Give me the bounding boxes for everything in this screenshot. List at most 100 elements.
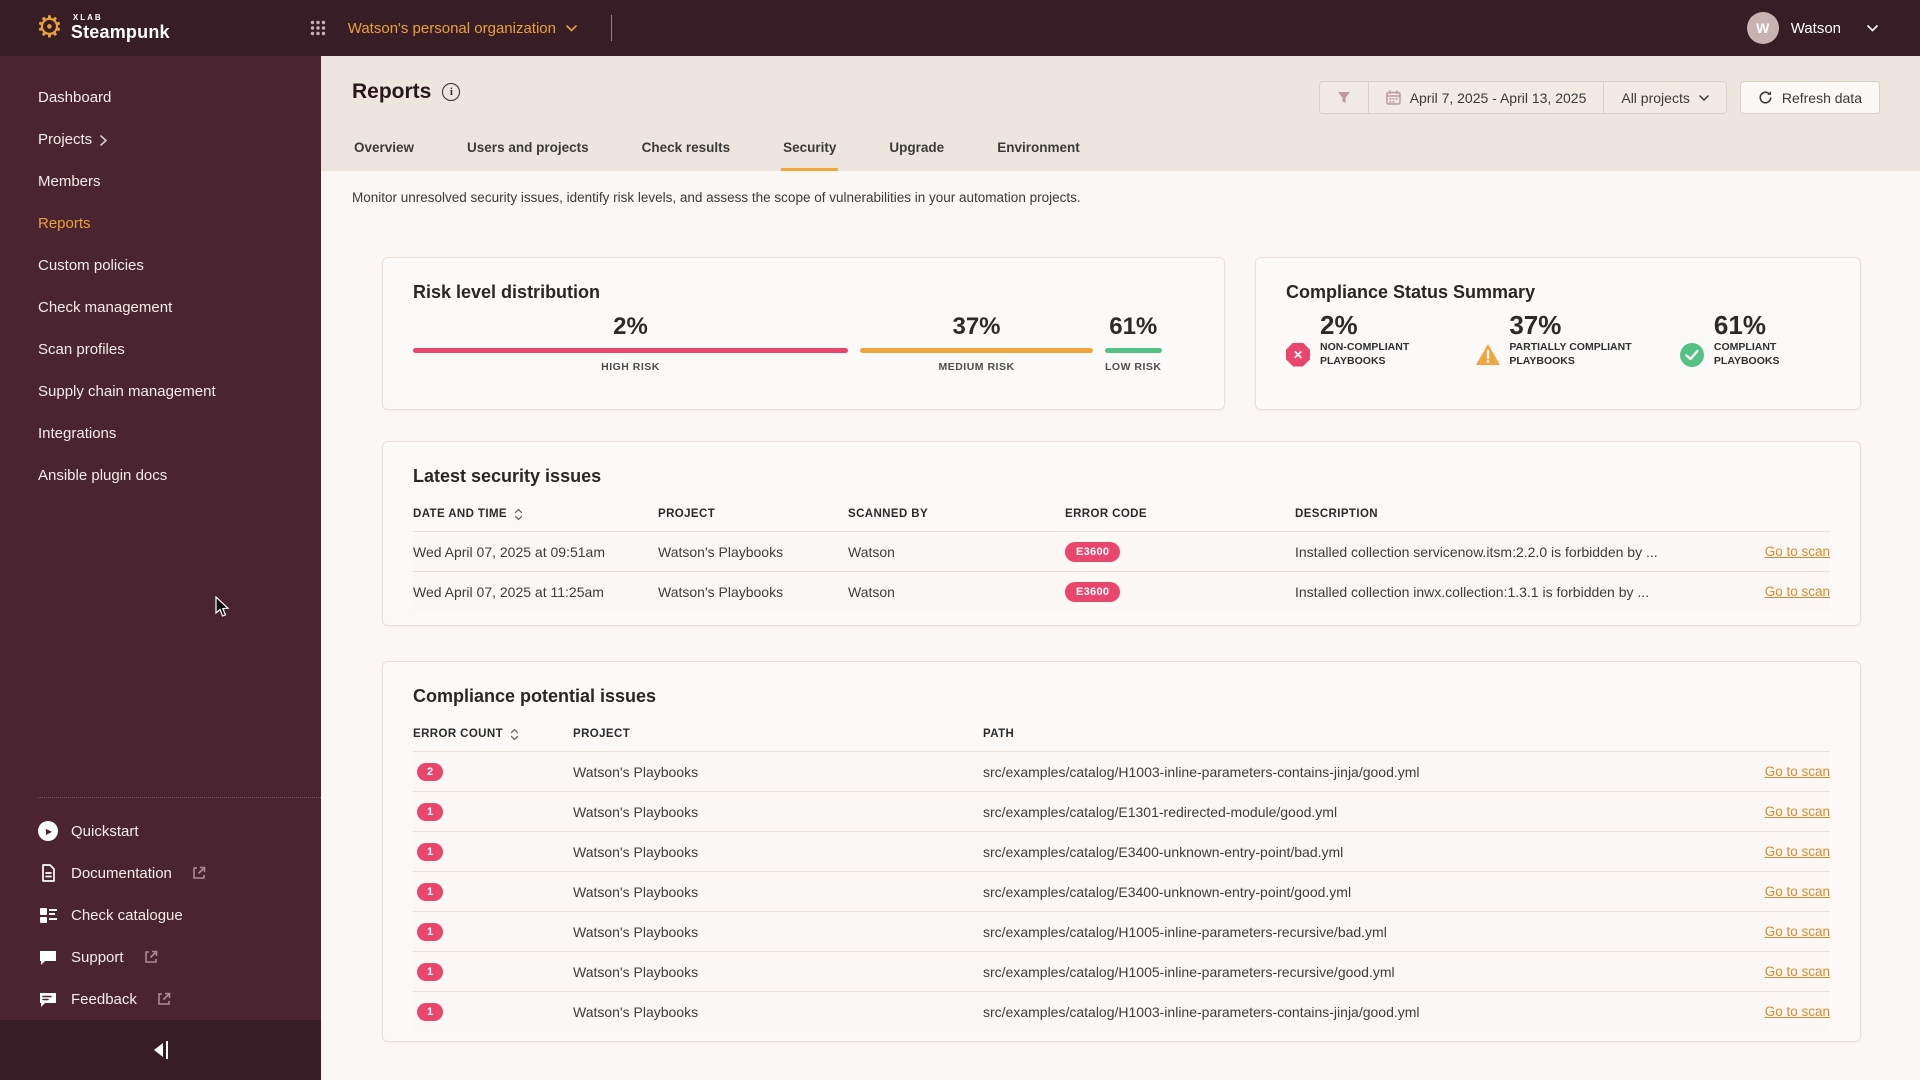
go-to-scan-link[interactable]: Go to scan	[1740, 964, 1830, 979]
cell-scanned-by: Watson	[848, 583, 895, 600]
sidebar-item[interactable]: Dashboard	[0, 77, 321, 119]
compliance-percent: 37%	[1509, 310, 1562, 340]
cell-path: src/examples/catalog/H1003-inline-parame…	[983, 1003, 1420, 1020]
sidebar-item[interactable]: Integrations	[0, 413, 321, 455]
column-project[interactable]: PROJECT	[658, 508, 848, 520]
info-icon[interactable]: i	[442, 83, 461, 101]
cell-project: Watson's Playbooks	[573, 763, 699, 780]
cell-path: src/examples/catalog/E1301-redirected-mo…	[983, 803, 1338, 820]
sidebar-item[interactable]: Supply chain management	[0, 371, 321, 413]
sidebar-item[interactable]: Members	[0, 161, 321, 203]
cell-project: Watson's Playbooks	[658, 543, 784, 560]
report-tab[interactable]: Users and projects	[465, 140, 591, 171]
brand-name: Steampunk	[70, 22, 170, 42]
chevron-down-icon	[1699, 94, 1709, 101]
cell-path: src/examples/catalog/E3400-unknown-entry…	[983, 843, 1344, 860]
error-count-badge: 1	[417, 962, 443, 981]
sidebar-item[interactable]: Reports	[0, 203, 321, 245]
quickstart-label: Quickstart	[71, 822, 139, 840]
sidebar-item[interactable]: Scan profiles	[0, 329, 321, 371]
error-code-badge: E3600	[1065, 581, 1121, 602]
error-code-badge: E3600	[1065, 541, 1121, 562]
column-date-and-time[interactable]: DATE AND TIME	[413, 508, 658, 521]
chat-bubble-icon	[38, 947, 58, 967]
go-to-scan-link[interactable]: Go to scan	[1740, 884, 1830, 899]
sidebar-item[interactable]: Projects	[0, 119, 321, 161]
latest-security-issues-card: Latest security issues DATE AND TIME PRO…	[382, 441, 1861, 626]
column-scanned-by[interactable]: SCANNED BY	[848, 508, 1065, 520]
support-label: Support	[71, 948, 124, 966]
app-logo[interactable]: ⚙ XLAB Steampunk	[36, 13, 170, 43]
cell-path: src/examples/catalog/E3400-unknown-entry…	[983, 883, 1352, 900]
topbar-divider	[611, 15, 612, 41]
tab-label: Overview	[354, 140, 415, 155]
cell-project: Watson's Playbooks	[573, 963, 699, 980]
sidebar-footer-divider	[38, 797, 321, 798]
column-project[interactable]: PROJECT	[573, 728, 983, 740]
cell-project: Watson's Playbooks	[573, 1003, 699, 1020]
report-tab[interactable]: Security	[781, 140, 839, 171]
report-tab[interactable]: Environment	[995, 140, 1082, 171]
sidebar-item-label: Scan profiles	[38, 341, 125, 358]
sidebar-item-documentation[interactable]: Documentation	[0, 852, 321, 894]
go-to-scan-link[interactable]: Go to scan	[1740, 1004, 1830, 1019]
cell-project: Watson's Playbooks	[573, 803, 699, 820]
column-error-code[interactable]: ERROR CODE	[1065, 508, 1295, 520]
documentation-label: Documentation	[71, 864, 172, 882]
collapse-arrow-icon	[153, 1043, 163, 1057]
sidebar-item-feedback[interactable]: Feedback	[0, 978, 321, 1020]
chevron-right-icon	[100, 134, 108, 146]
cell-path: src/examples/catalog/H1003-inline-parame…	[983, 763, 1420, 780]
tab-label: Users and projects	[467, 140, 589, 155]
cell-project: Watson's Playbooks	[658, 583, 784, 600]
report-tab[interactable]: Overview	[352, 140, 416, 171]
go-to-scan-link[interactable]: Go to scan	[1740, 584, 1830, 599]
compliance-table-row: 1 Watson's Playbooks src/examples/catalo…	[413, 831, 1830, 871]
date-range-picker[interactable]: April 7, 2025 - April 13, 2025	[1367, 82, 1604, 113]
external-link-icon	[144, 950, 158, 964]
sidebar-item-label: Reports	[38, 215, 91, 232]
report-tab[interactable]: Upgrade	[887, 140, 946, 171]
project-filter-dropdown[interactable]: All projects	[1603, 82, 1725, 113]
risk-bars: 2% HIGH RISK 37% MEDIUM RISK 61% LOW RIS…	[413, 313, 1194, 373]
go-to-scan-link[interactable]: Go to scan	[1740, 844, 1830, 859]
cell-scanned-by: Watson	[848, 543, 895, 560]
filter-funnel-button[interactable]	[1320, 82, 1368, 113]
column-path[interactable]: PATH	[983, 728, 1740, 740]
go-to-scan-link[interactable]: Go to scan	[1740, 764, 1830, 779]
sidebar-item[interactable]: Ansible plugin docs	[0, 455, 321, 497]
app-grid-icon[interactable]	[310, 20, 326, 36]
cell-date: Wed April 07, 2025 at 09:51am	[413, 543, 605, 560]
column-error-count[interactable]: ERROR COUNT	[413, 728, 573, 741]
external-link-icon	[192, 866, 206, 880]
go-to-scan-link[interactable]: Go to scan	[1740, 544, 1830, 559]
org-name: Watson's personal organization	[347, 19, 556, 37]
sidebar-item-support[interactable]: Support	[0, 936, 321, 978]
column-description[interactable]: DESCRIPTION	[1295, 508, 1740, 520]
risk-bar	[860, 348, 1093, 353]
cell-description: Installed collection inwx.collection:1.3…	[1295, 583, 1650, 600]
sidebar-item[interactable]: Custom policies	[0, 245, 321, 287]
sidebar-collapse-button[interactable]	[0, 1020, 321, 1080]
security-table-body: Wed April 07, 2025 at 09:51am Watson's P…	[413, 531, 1830, 611]
go-to-scan-link[interactable]: Go to scan	[1740, 924, 1830, 939]
report-tab[interactable]: Check results	[640, 140, 733, 171]
topbar: ⚙ XLAB Steampunk Watson's personal organ…	[0, 0, 1920, 56]
user-menu[interactable]: W Watson	[1746, 12, 1878, 44]
org-switcher[interactable]: Watson's personal organization	[348, 20, 577, 37]
risk-segment: 37% MEDIUM RISK	[860, 313, 1093, 373]
go-to-scan-link[interactable]: Go to scan	[1740, 804, 1830, 819]
filter-group: April 7, 2025 - April 13, 2025 All proje…	[1318, 81, 1727, 114]
compliance-table-row: 1 Watson's Playbooks src/examples/catalo…	[413, 951, 1830, 991]
security-table-row: Wed April 07, 2025 at 09:51am Watson's P…	[413, 531, 1830, 571]
risk-percent: 37%	[952, 313, 1001, 340]
tab-label: Environment	[997, 140, 1080, 155]
sidebar-item-label: Dashboard	[38, 89, 112, 106]
sidebar-item-check-catalogue[interactable]: Check catalogue	[0, 894, 321, 936]
security-table-header: DATE AND TIME PROJECT SCANNED BY ERROR C…	[413, 497, 1830, 531]
refresh-data-button[interactable]: Refresh data	[1739, 81, 1880, 114]
sidebar-item[interactable]: Check management	[0, 287, 321, 329]
sidebar-item-quickstart[interactable]: ▶ Quickstart	[0, 810, 321, 852]
error-count-badge: 1	[417, 882, 443, 901]
funnel-icon	[1337, 92, 1350, 103]
